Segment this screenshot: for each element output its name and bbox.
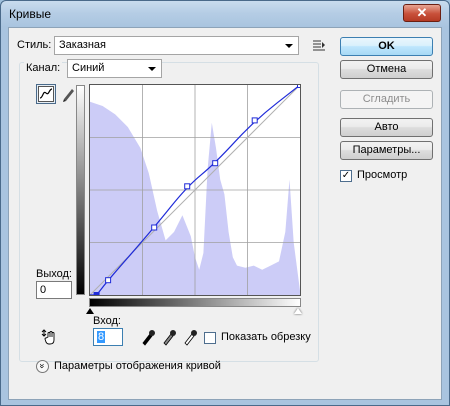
input-label: Вход:: [93, 315, 121, 327]
channel-select-value: Синий: [72, 62, 105, 74]
curve-graph-canvas: [90, 85, 300, 295]
list-options-icon[interactable]: [312, 38, 326, 52]
options-button[interactable]: Параметры...: [340, 141, 433, 160]
curve-display-options-label: Параметры отображения кривой: [54, 360, 221, 372]
curve-control-point[interactable]: [184, 183, 191, 190]
black-point-slider[interactable]: [86, 308, 94, 314]
curve-control-point[interactable]: [151, 224, 158, 231]
dialog-body: Стиль: Заказная OK Отмена Сгладить Авто …: [8, 27, 442, 400]
white-point-slider[interactable]: [294, 308, 302, 314]
window-title: Кривые: [9, 7, 52, 21]
chevron-down-icon: [148, 67, 156, 71]
style-select-value: Заказная: [59, 39, 107, 51]
pencil-tool-button[interactable]: [61, 86, 75, 102]
style-label: Стиль:: [17, 39, 52, 51]
channel-select[interactable]: Синий: [67, 59, 162, 78]
output-label: Выход:: [36, 268, 72, 280]
curve-control-point[interactable]: [93, 292, 100, 296]
show-clipping-checkbox[interactable]: [204, 332, 216, 344]
close-icon: ✕: [416, 5, 428, 20]
gray-eyedropper-button[interactable]: [161, 328, 177, 346]
cancel-button[interactable]: Отмена: [340, 60, 433, 79]
auto-button[interactable]: Авто: [340, 118, 433, 137]
title-bar[interactable]: Кривые ✕: [1, 1, 449, 27]
preview-checkbox[interactable]: ✓: [340, 170, 352, 182]
curves-dialog-window: Кривые ✕ Стиль: Заказная OK Отмена Сглад…: [0, 0, 450, 406]
expand-display-options-button[interactable]: »: [36, 360, 49, 373]
curve-tool-icon: [38, 86, 54, 102]
preview-label: Просмотр: [357, 169, 408, 181]
curve-control-point[interactable]: [105, 277, 112, 284]
input-gradient-bar: [89, 298, 301, 307]
eyedropper-gray-icon: [163, 330, 176, 346]
curve-control-point[interactable]: [297, 85, 301, 88]
pencil-icon: [63, 89, 74, 102]
curve-control-point[interactable]: [212, 160, 219, 167]
style-select[interactable]: Заказная: [54, 36, 299, 55]
input-field-value: 8: [97, 331, 106, 343]
eyedropper-white-icon: [184, 330, 197, 346]
curve-point-tool[interactable]: [36, 84, 56, 104]
chevron-down-icon: [285, 44, 293, 48]
show-clipping-label: Показать обрезку: [221, 331, 311, 343]
output-field[interactable]: 0: [36, 281, 72, 299]
targeted-adjustment-tool[interactable]: [40, 328, 58, 346]
checkmark-icon: ✓: [341, 170, 351, 181]
black-eyedropper-button[interactable]: [140, 328, 156, 346]
eyedropper-black-icon: [142, 330, 155, 346]
close-button[interactable]: ✕: [403, 4, 441, 22]
curve-control-point[interactable]: [251, 117, 258, 124]
output-gradient-bar: [76, 85, 85, 295]
hand-icon: [41, 329, 55, 345]
curve-graph[interactable]: [89, 84, 301, 296]
white-eyedropper-button[interactable]: [182, 328, 198, 346]
input-field[interactable]: 8: [93, 328, 123, 346]
ok-button[interactable]: OK: [340, 37, 433, 56]
double-chevron-down-icon: »: [37, 363, 48, 369]
channel-label: Канал:: [24, 62, 63, 74]
smooth-button[interactable]: Сгладить: [340, 90, 433, 109]
